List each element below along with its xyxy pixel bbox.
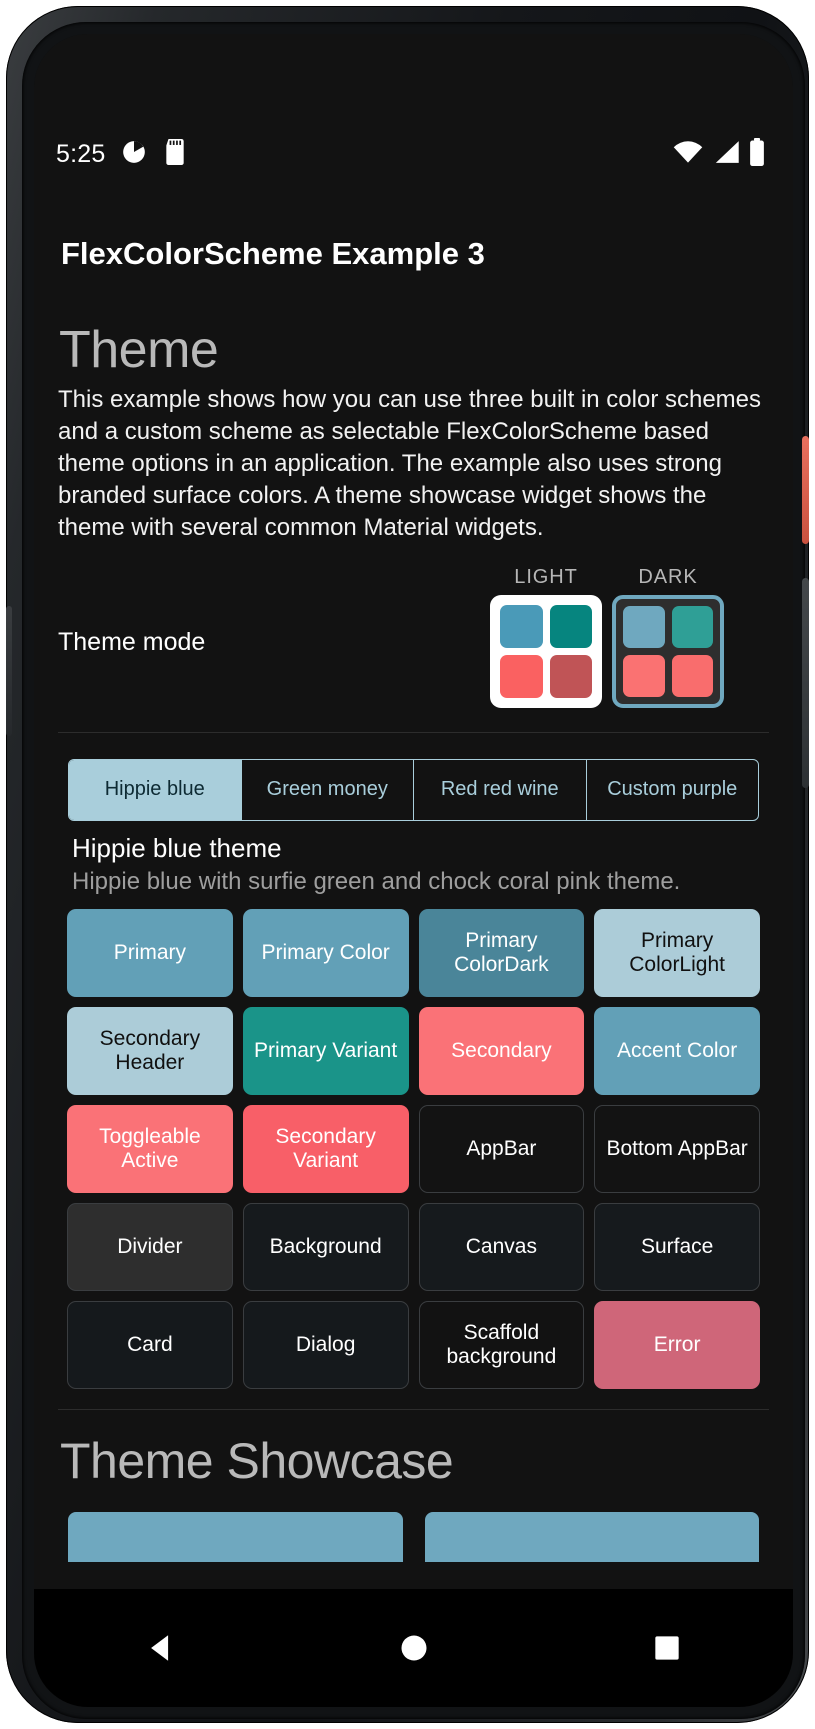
showcase-buttons-row	[68, 1511, 759, 1562]
dark-swatch-3	[623, 654, 665, 697]
showcase-button-2[interactable]	[424, 1511, 759, 1562]
divider-top	[58, 731, 769, 733]
battery-icon	[749, 137, 765, 171]
light-swatch-3	[500, 654, 543, 698]
color-card-label: Background	[269, 1234, 382, 1258]
scheme-tab-label: Hippie blue	[104, 777, 205, 800]
dark-swatch-4	[671, 654, 713, 697]
scroll-content[interactable]: Theme This example shows how you can use…	[34, 306, 793, 1562]
showcase-button-1[interactable]	[68, 1511, 403, 1562]
scheme-tab-label: Red red wine	[440, 777, 559, 800]
pie-clock-icon	[121, 139, 147, 170]
status-clock: 5:25	[56, 139, 106, 168]
theme-heading: Theme	[59, 321, 219, 379]
color-card-label: Dialog	[295, 1332, 356, 1356]
flexcolorscheme-app: 5:25 FlexColorScheme Example 3 Theme Thi…	[34, 34, 793, 1707]
color-card-4: Secondary Header	[67, 1006, 233, 1095]
light-swatch-4	[549, 654, 592, 698]
color-card-7: Accent Color	[594, 1006, 760, 1095]
app-bar: FlexColorScheme Example 3	[34, 202, 793, 306]
theme-mode-label: Theme mode	[58, 627, 206, 656]
color-card-13: Background	[242, 1202, 409, 1291]
scheme-tab-0[interactable]: Hippie blue	[69, 759, 241, 820]
color-card-14: Canvas	[418, 1202, 585, 1291]
color-card-12: Divider	[67, 1202, 233, 1291]
color-card-label: Scaffold background	[446, 1320, 557, 1368]
recents-nav-button[interactable]	[647, 1628, 687, 1668]
theme-mode-dark-caption: DARK	[638, 565, 698, 588]
color-card-label: Surface	[640, 1234, 714, 1258]
volume-button[interactable]	[802, 578, 809, 788]
back-nav-button[interactable]	[141, 1628, 181, 1668]
color-card-label: Accent Color	[617, 1038, 738, 1062]
color-card-3: Primary ColorLight	[594, 908, 760, 997]
showcase-heading: Theme Showcase	[60, 1432, 454, 1489]
color-card-label: Divider	[117, 1234, 183, 1258]
color-card-label: Primary Color	[261, 940, 390, 964]
theme-mode-dark-preview[interactable]	[612, 594, 724, 708]
color-card-11: Bottom AppBar	[594, 1104, 760, 1193]
color-card-label: Primary ColorLight	[629, 928, 725, 976]
phone-frame: 5:25 FlexColorScheme Example 3 Theme Thi…	[6, 6, 809, 1723]
app-bar-title: FlexColorScheme Example 3	[61, 236, 485, 271]
scheme-tab-label: Custom purple	[607, 777, 738, 800]
color-card-1: Primary Color	[242, 908, 409, 997]
scheme-tab-bar[interactable]: Hippie blue Green money Red red wine Custom…	[68, 758, 759, 821]
status-bar: 5:25	[34, 130, 793, 178]
power-button[interactable]	[802, 436, 809, 544]
color-card-label: AppBar	[466, 1136, 537, 1160]
color-card-16: Card	[67, 1300, 233, 1389]
theme-mode-light-preview[interactable]	[490, 594, 602, 708]
color-card-15: Surface	[594, 1202, 760, 1291]
theme-mode-dark-option[interactable]: DARK	[612, 566, 724, 708]
wifi-icon	[673, 140, 703, 169]
scheme-tab-3[interactable]: Custom purple	[585, 759, 759, 820]
home-nav-button[interactable]	[394, 1628, 434, 1668]
color-card-10: AppBar	[418, 1104, 585, 1193]
theme-mode-row: Theme mode LIGHT DARK	[34, 566, 793, 714]
theme-mode-light-caption: LIGHT	[514, 565, 578, 588]
sd-card-icon	[163, 138, 187, 170]
cellular-signal-icon	[712, 140, 740, 169]
scheme-tab-label: Green money	[266, 777, 388, 800]
color-card-label: Error	[653, 1332, 701, 1356]
color-card-0: Primary	[67, 908, 233, 997]
color-card-2: Primary ColorDark	[418, 908, 585, 997]
color-card-label: Canvas	[465, 1234, 537, 1258]
color-card-label: Toggleable Active	[99, 1124, 201, 1172]
theme-description: This example shows how you can use three…	[58, 386, 762, 541]
left-side-button[interactable]	[6, 606, 12, 736]
color-card-label: Card	[127, 1332, 173, 1356]
dark-swatch-1	[623, 605, 665, 648]
status-bar-right	[673, 137, 765, 171]
scheme-tab-2[interactable]: Red red wine	[413, 759, 586, 820]
status-bar-left: 5:25	[56, 138, 187, 170]
light-swatch-1	[500, 604, 543, 648]
system-navigation-bar	[34, 1589, 793, 1707]
phone-screen: 5:25 FlexColorScheme Example 3 Theme Thi…	[34, 34, 793, 1707]
color-card-5: Primary Variant	[242, 1006, 409, 1095]
divider-showcase	[58, 1408, 769, 1410]
color-card-label: Primary	[113, 940, 187, 964]
scheme-tab-1[interactable]: Green money	[240, 759, 414, 820]
color-card-19: Error	[594, 1300, 760, 1389]
color-card-label: Secondary	[451, 1038, 552, 1062]
color-card-label: Primary Variant	[254, 1038, 398, 1062]
color-card-grid: Primary Primary Color Primary ColorDark Pri…	[67, 908, 760, 1389]
color-card-8: Toggleable Active	[67, 1104, 233, 1193]
scheme-subtitle: Hippie blue with surfie green and chock …	[72, 867, 681, 895]
color-card-17: Dialog	[242, 1300, 409, 1389]
dark-swatch-2	[671, 605, 713, 648]
color-card-6: Secondary	[418, 1006, 585, 1095]
color-card-label: Secondary Header	[99, 1026, 201, 1074]
light-swatch-2	[549, 604, 592, 648]
color-card-label: Primary ColorDark	[454, 928, 549, 976]
color-card-18: Scaffold background	[418, 1300, 585, 1389]
color-card-label: Bottom AppBar	[606, 1136, 748, 1160]
color-card-label: Secondary Variant	[275, 1124, 376, 1172]
color-card-9: Secondary Variant	[242, 1104, 409, 1193]
theme-mode-light-option[interactable]: LIGHT	[490, 566, 602, 708]
scheme-title: Hippie blue theme	[72, 832, 282, 863]
